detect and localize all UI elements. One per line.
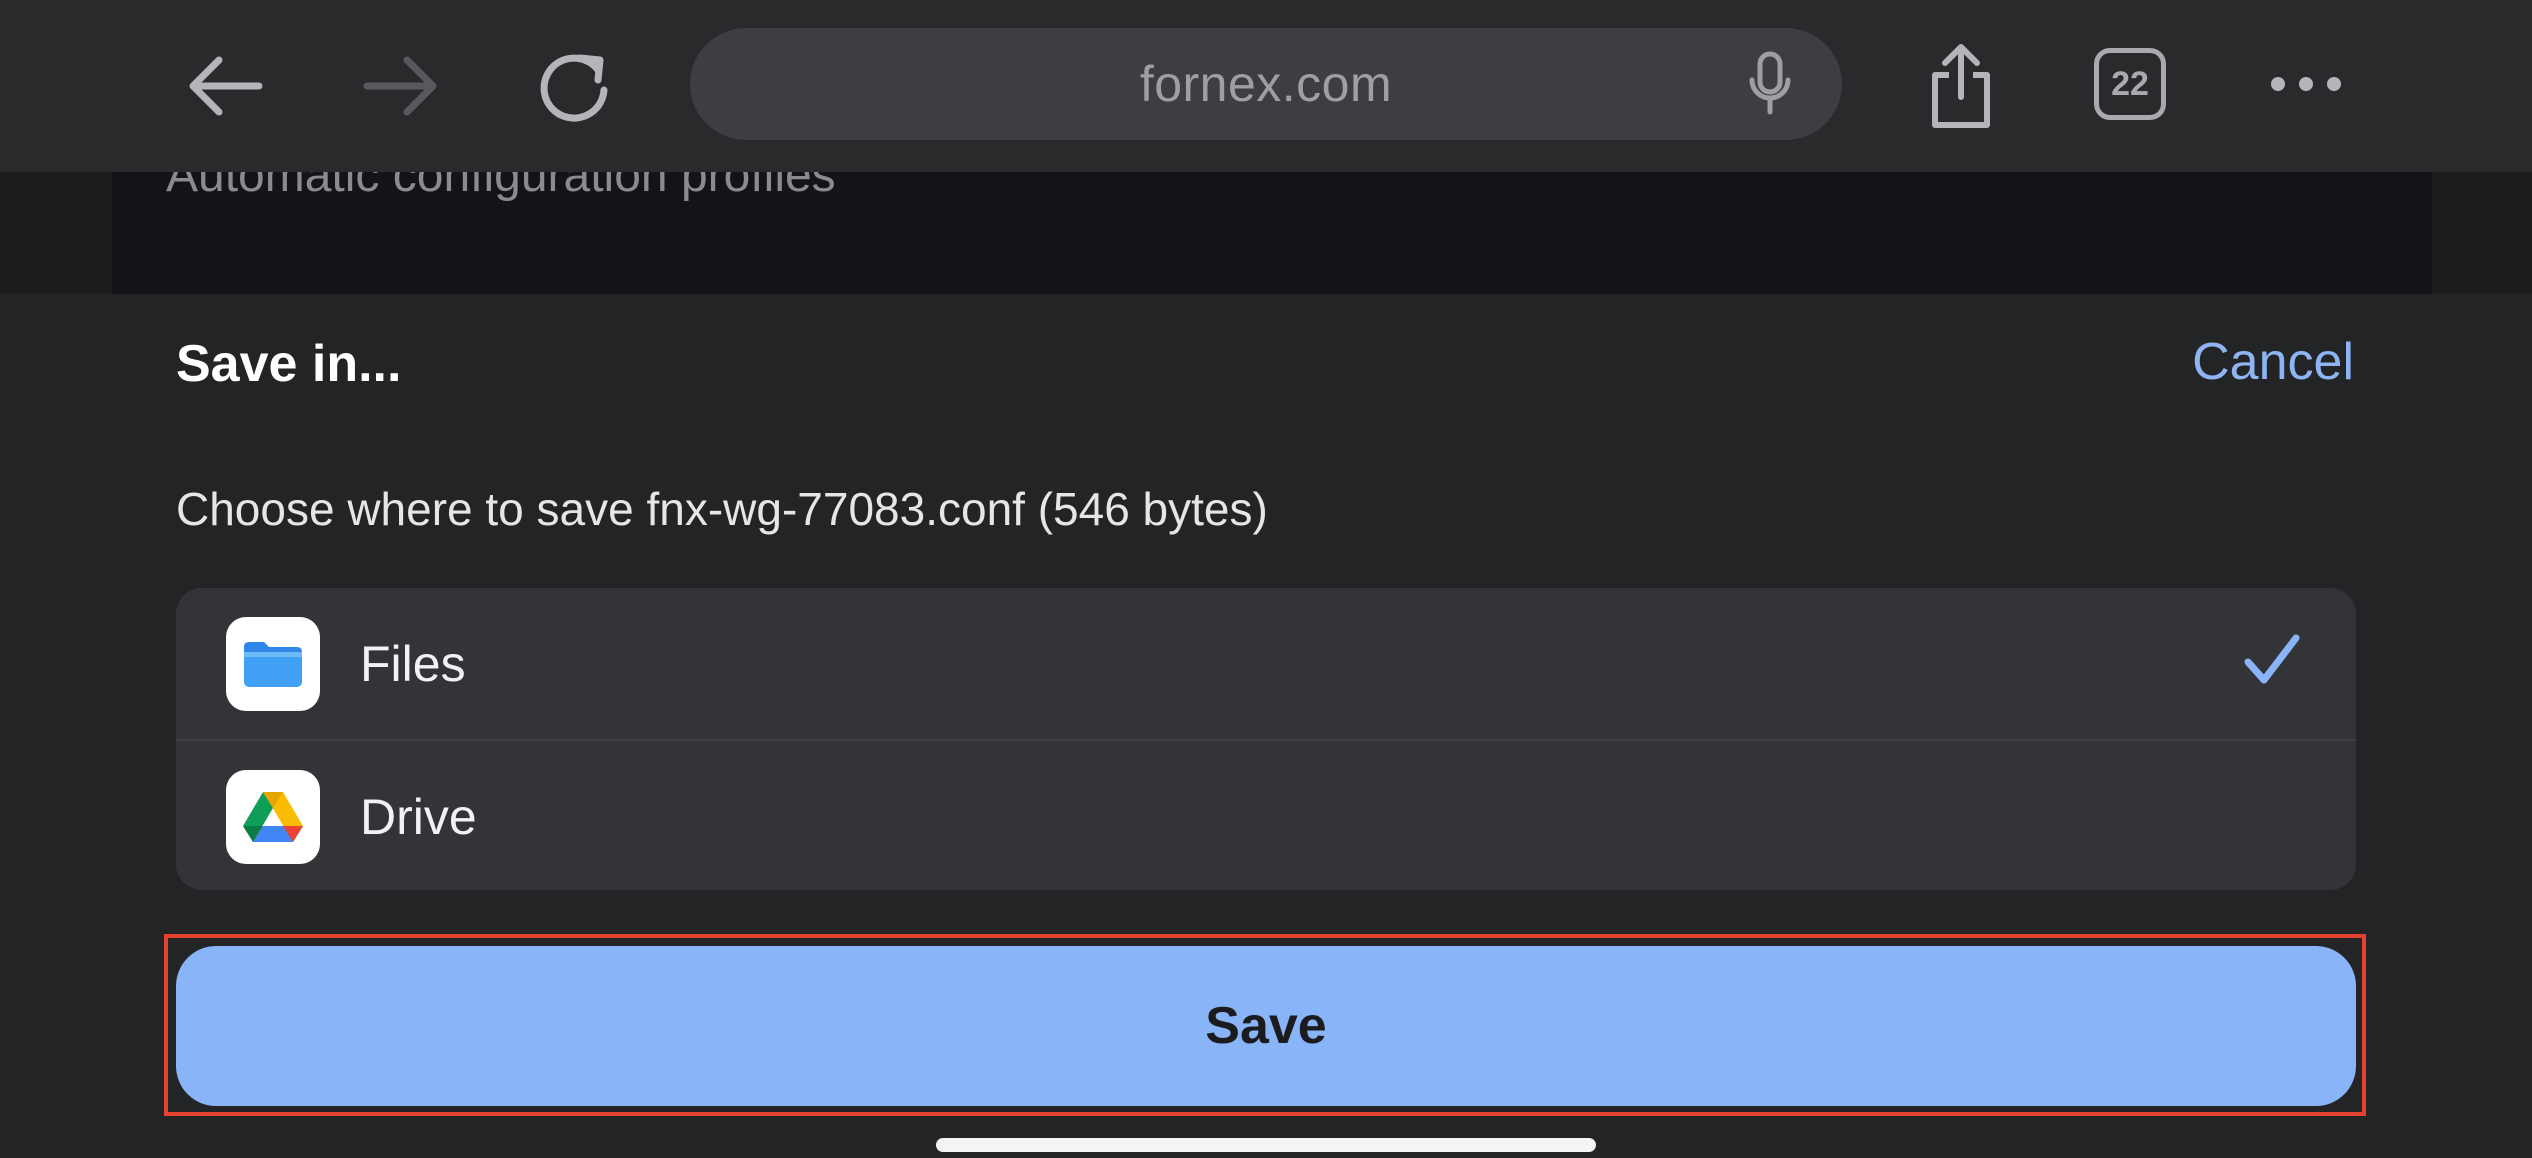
option-drive[interactable]: Drive [176, 741, 2356, 890]
save-sheet: Save in... Cancel Choose where to save f… [0, 294, 2532, 1158]
voice-search-button[interactable] [1746, 50, 1794, 123]
option-drive-label: Drive [360, 788, 477, 845]
save-description: Choose where to save fnx-wg-77083.conf (… [176, 483, 1268, 535]
tab-switcher-button[interactable]: 22 [2094, 48, 2166, 120]
google-drive-icon [243, 792, 303, 842]
arrow-right-icon [363, 56, 437, 116]
url-text: fornex.com [1139, 56, 1393, 112]
option-files[interactable]: Files [176, 588, 2356, 739]
drive-app-icon [226, 770, 320, 864]
home-indicator[interactable] [936, 1138, 1596, 1152]
checkmark-icon [2244, 634, 2300, 684]
page-partial-text: Automatic configuration profiles [166, 172, 836, 202]
share-button[interactable] [1916, 36, 2006, 136]
reload-icon [540, 54, 608, 122]
reload-button[interactable] [526, 38, 622, 134]
arrow-left-icon [189, 56, 263, 116]
files-app-icon [226, 617, 320, 711]
save-button[interactable]: Save [176, 946, 2356, 1106]
more-menu-button[interactable] [2266, 64, 2346, 104]
tab-count: 22 [2111, 64, 2149, 103]
browser-toolbar: fornex.com 22 [0, 0, 2532, 172]
microphone-icon [1749, 51, 1791, 115]
cancel-button[interactable]: Cancel [2192, 332, 2354, 392]
sheet-title: Save in... [176, 335, 402, 393]
option-files-label: Files [360, 635, 466, 692]
share-icon [1932, 44, 1990, 128]
selected-check [2244, 632, 2300, 691]
forward-button[interactable] [356, 44, 446, 128]
files-folder-icon [244, 642, 302, 687]
back-button[interactable] [180, 44, 270, 128]
save-location-list: Files Drive [176, 588, 2356, 890]
page-background: Automatic configuration profiles [0, 172, 2532, 294]
page-card: Automatic configuration profiles [112, 172, 2432, 294]
more-dots-icon [2271, 77, 2341, 91]
address-bar[interactable]: fornex.com [690, 28, 1842, 140]
screen: fornex.com 22 Automatic configuration pr… [0, 0, 2532, 1158]
